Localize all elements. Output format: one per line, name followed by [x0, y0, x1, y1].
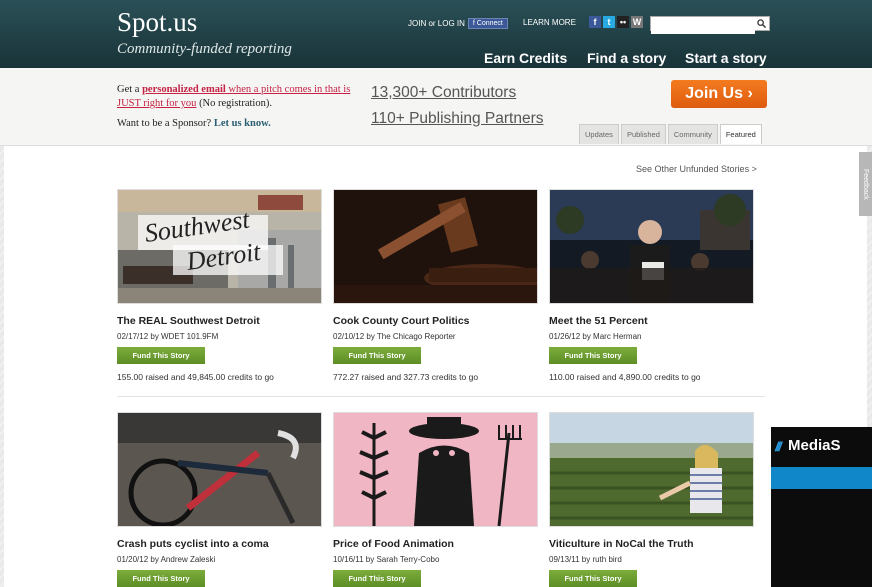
- story-image[interactable]: [333, 412, 538, 527]
- story-image[interactable]: [117, 412, 322, 527]
- story-meta: 01/26/12 by Marc Herman: [549, 332, 642, 341]
- partners-link[interactable]: 110+ Publishing Partners: [371, 110, 543, 128]
- learn-more-link[interactable]: LEARN MORE: [523, 18, 576, 27]
- sponsor-link[interactable]: Let us know.: [214, 118, 271, 129]
- social-links: f t •• W: [589, 16, 645, 28]
- facebook-connect-button[interactable]: f Connect: [467, 18, 508, 29]
- story-card: Cook County Court Politics 02/10/12 by T…: [333, 189, 538, 382]
- tab-community[interactable]: Community: [667, 124, 718, 144]
- story-tabs: Updates Published Community Featured: [579, 124, 764, 144]
- story-card: Crash puts cyclist into a coma 01/20/12 …: [117, 412, 322, 587]
- nav-find-story[interactable]: Find a story: [587, 50, 666, 66]
- row-divider: [117, 396, 765, 397]
- fund-story-button[interactable]: Fund This Story: [549, 570, 637, 587]
- facebook-icon[interactable]: f: [589, 16, 601, 28]
- story-meta: 09/13/11 by ruth bird: [549, 555, 622, 564]
- story-image[interactable]: [333, 189, 538, 304]
- personalized-email-link[interactable]: personalized email: [142, 84, 226, 95]
- story-title[interactable]: Viticulture in NoCal the Truth: [549, 538, 754, 550]
- story-title[interactable]: Price of Food Animation: [333, 538, 538, 550]
- story-image[interactable]: [549, 412, 754, 527]
- tab-updates[interactable]: Updates: [579, 124, 619, 144]
- story-meta: 01/20/12 by Andrew Zaleski: [117, 555, 216, 564]
- story-title[interactable]: Crash puts cyclist into a coma: [117, 538, 322, 550]
- story-progress: 772.27 raised and 327.73 credits to go: [333, 372, 479, 382]
- ad-logo-icon: ///: [775, 439, 782, 454]
- nav-start-story[interactable]: Start a story: [685, 50, 767, 66]
- story-title[interactable]: Cook County Court Politics: [333, 315, 538, 327]
- nav-earn-credits[interactable]: Earn Credits: [484, 50, 567, 66]
- story-card: Meet the 51 Percent 01/26/12 by Marc Her…: [549, 189, 754, 382]
- story-card: Price of Food Animation 10/16/11 by Sara…: [333, 412, 538, 587]
- fund-story-button[interactable]: Fund This Story: [333, 570, 421, 587]
- promo-text-end: (No registration).: [196, 98, 272, 109]
- story-card: Viticulture in NoCal the Truth 09/13/11 …: [549, 412, 754, 587]
- story-meta: 10/16/11 by Sarah Terry-Cobo: [333, 555, 440, 564]
- fund-story-button[interactable]: Fund This Story: [549, 347, 637, 364]
- story-progress: 110.00 raised and 4,890.00 credits to go: [549, 372, 701, 382]
- flickr-icon[interactable]: ••: [617, 16, 629, 28]
- wordpress-icon[interactable]: W: [631, 16, 643, 28]
- search-input[interactable]: [651, 21, 755, 34]
- promo-text: Get a personalized email when a pitch co…: [117, 83, 367, 131]
- search-box: [650, 16, 770, 34]
- story-image[interactable]: Southwest Detroit: [117, 189, 322, 304]
- fund-story-button[interactable]: Fund This Story: [333, 347, 421, 364]
- story-title[interactable]: Meet the 51 Percent: [549, 315, 754, 327]
- promo-text-start: Get a: [117, 84, 143, 95]
- site-tagline: Community-funded reporting: [117, 41, 292, 57]
- search-icon[interactable]: [757, 19, 766, 28]
- story-progress: 155.00 raised and 49,845.00 credits to g…: [117, 372, 274, 382]
- contributors-link[interactable]: 13,300+ Contributors: [371, 84, 516, 102]
- story-meta: 02/17/12 by WDET 101.9FM: [117, 332, 219, 341]
- tab-published[interactable]: Published: [620, 124, 666, 144]
- see-other-stories-link[interactable]: See Other Unfunded Stories >: [636, 164, 757, 174]
- account-links: JOIN or LOG IN f Connect: [408, 18, 508, 29]
- story-card: Southwest Detroit The REAL Southwest Det…: [117, 189, 322, 382]
- join-login-link[interactable]: JOIN or LOG IN: [408, 19, 465, 28]
- ad-logo-text: MediaS: [788, 437, 841, 454]
- site-logo[interactable]: Spot.us: [117, 7, 197, 37]
- twitter-icon[interactable]: t: [603, 16, 615, 28]
- story-meta: 02/10/12 by The Chicago Reporter: [333, 332, 456, 341]
- fund-story-button[interactable]: Fund This Story: [117, 570, 205, 587]
- advertisement[interactable]: /// MediaS: [771, 427, 872, 587]
- join-us-button[interactable]: Join Us ›: [671, 80, 767, 108]
- tab-featured[interactable]: Featured: [719, 124, 762, 144]
- story-title[interactable]: The REAL Southwest Detroit: [117, 315, 322, 327]
- sponsor-text: Want to be a Sponsor?: [117, 118, 214, 129]
- story-image[interactable]: [549, 189, 754, 304]
- ad-band: [771, 467, 872, 489]
- feedback-tab[interactable]: Feedback: [859, 152, 872, 216]
- fund-story-button[interactable]: Fund This Story: [117, 347, 205, 364]
